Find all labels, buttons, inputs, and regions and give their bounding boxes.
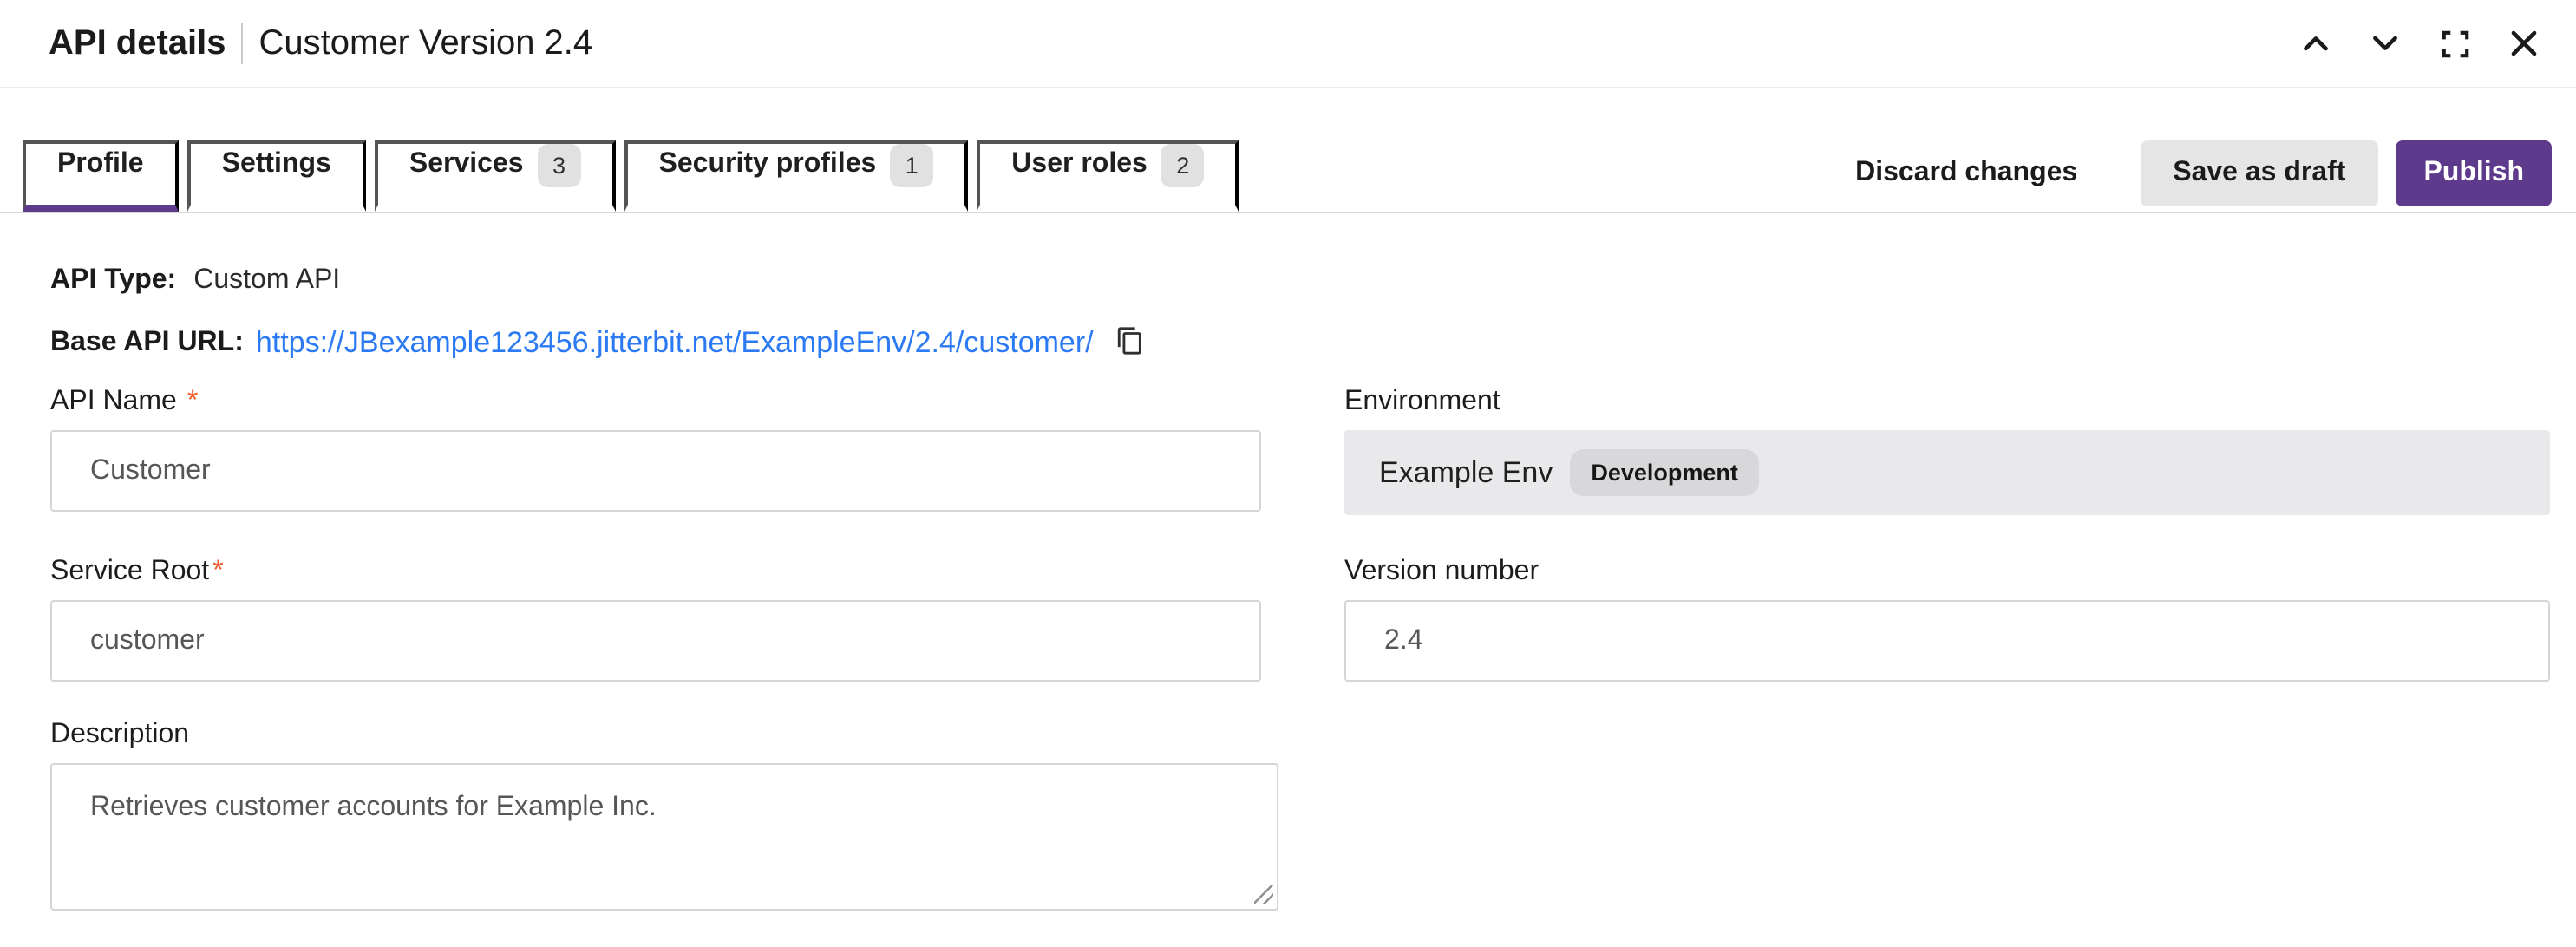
- description-textarea-wrap: Retrieves customer accounts for Example …: [50, 763, 1278, 911]
- tab-count-badge: 2: [1161, 143, 1205, 187]
- environment-field: Environment Example Env Development: [1344, 387, 2550, 515]
- version-number-field: Version number: [1344, 557, 2550, 682]
- environment-value-box: Example Env Development: [1344, 430, 2550, 515]
- service-root-input[interactable]: [50, 600, 1261, 682]
- environment-name: Example Env: [1379, 455, 1553, 490]
- service-root-label: Service Root *: [50, 557, 1261, 588]
- tab-services[interactable]: Services 3: [375, 140, 616, 212]
- tab-settings[interactable]: Settings: [187, 140, 366, 212]
- service-root-field: Service Root *: [50, 557, 1261, 682]
- expand-button[interactable]: [2350, 12, 2420, 75]
- form-grid: API Name * Environment Example Env Devel…: [50, 387, 2550, 911]
- api-type-row: API Type: Custom API: [50, 265, 2550, 297]
- tab-count-badge: 1: [890, 143, 933, 187]
- publish-button[interactable]: Publish: [2396, 140, 2552, 206]
- tab-count-badge: 3: [538, 143, 581, 187]
- tab-security-profiles[interactable]: Security profiles 1: [624, 140, 969, 212]
- close-icon: [2508, 28, 2540, 59]
- tab-profile[interactable]: Profile: [23, 140, 179, 212]
- chevron-down-icon: [2370, 28, 2401, 59]
- fullscreen-button[interactable]: [2420, 12, 2489, 75]
- environment-type-badge: Development: [1570, 449, 1759, 497]
- profile-tab-content: API Type: Custom API Base API URL: https…: [0, 213, 2576, 911]
- version-number-label: Version number: [1344, 557, 2550, 588]
- api-details-panel: API details Customer Version 2.4: [0, 0, 2576, 947]
- version-number-input[interactable]: [1344, 600, 2550, 682]
- tabs: Profile Settings Services 3 Security pro…: [23, 140, 1239, 212]
- chevron-up-icon: [2300, 28, 2331, 59]
- description-label: Description: [50, 720, 1261, 751]
- api-name-label: API Name *: [50, 387, 1261, 418]
- required-marker: *: [187, 387, 198, 418]
- tab-label: Settings: [222, 150, 331, 181]
- copy-url-button[interactable]: [1116, 326, 1146, 361]
- base-api-url-label: Base API URL:: [50, 328, 244, 359]
- tabbar: Profile Settings Services 3 Security pro…: [0, 88, 2576, 213]
- description-field: Description Retrieves customer accounts …: [50, 720, 1261, 911]
- base-api-url-row: Base API URL: https://JBexample123456.ji…: [50, 326, 2550, 361]
- tab-user-roles[interactable]: User roles 2: [977, 140, 1239, 212]
- required-marker: *: [212, 557, 223, 588]
- description-input[interactable]: Retrieves customer accounts for Example …: [50, 763, 1278, 911]
- discard-changes-button[interactable]: Discard changes: [1834, 140, 2098, 206]
- api-type-label: API Type:: [50, 265, 176, 297]
- action-buttons: Discard changes Save as draft Publish: [1834, 140, 2552, 206]
- close-button[interactable]: [2489, 12, 2559, 75]
- tab-label: Security profiles: [659, 150, 877, 181]
- base-api-url-link[interactable]: https://JBexample123456.jitterbit.net/Ex…: [256, 326, 1094, 361]
- page-title: API details: [49, 23, 226, 63]
- tab-label: Services: [409, 150, 524, 181]
- copy-icon: [1116, 326, 1146, 361]
- titlebar: API details Customer Version 2.4: [0, 0, 2576, 88]
- environment-label: Environment: [1344, 387, 2550, 418]
- api-type-value: Custom API: [193, 265, 340, 297]
- tab-label: User roles: [1011, 150, 1147, 181]
- resize-handle-icon[interactable]: [1254, 885, 1273, 904]
- api-name-input[interactable]: [50, 430, 1261, 512]
- window-controls: [2281, 12, 2559, 75]
- tab-label: Profile: [57, 150, 144, 181]
- collapse-button[interactable]: [2281, 12, 2350, 75]
- save-as-draft-button[interactable]: Save as draft: [2140, 140, 2378, 206]
- title-divider: [242, 23, 244, 64]
- api-version-subtitle: Customer Version 2.4: [259, 23, 593, 63]
- api-name-field: API Name *: [50, 387, 1261, 515]
- fullscreen-icon: [2440, 29, 2469, 58]
